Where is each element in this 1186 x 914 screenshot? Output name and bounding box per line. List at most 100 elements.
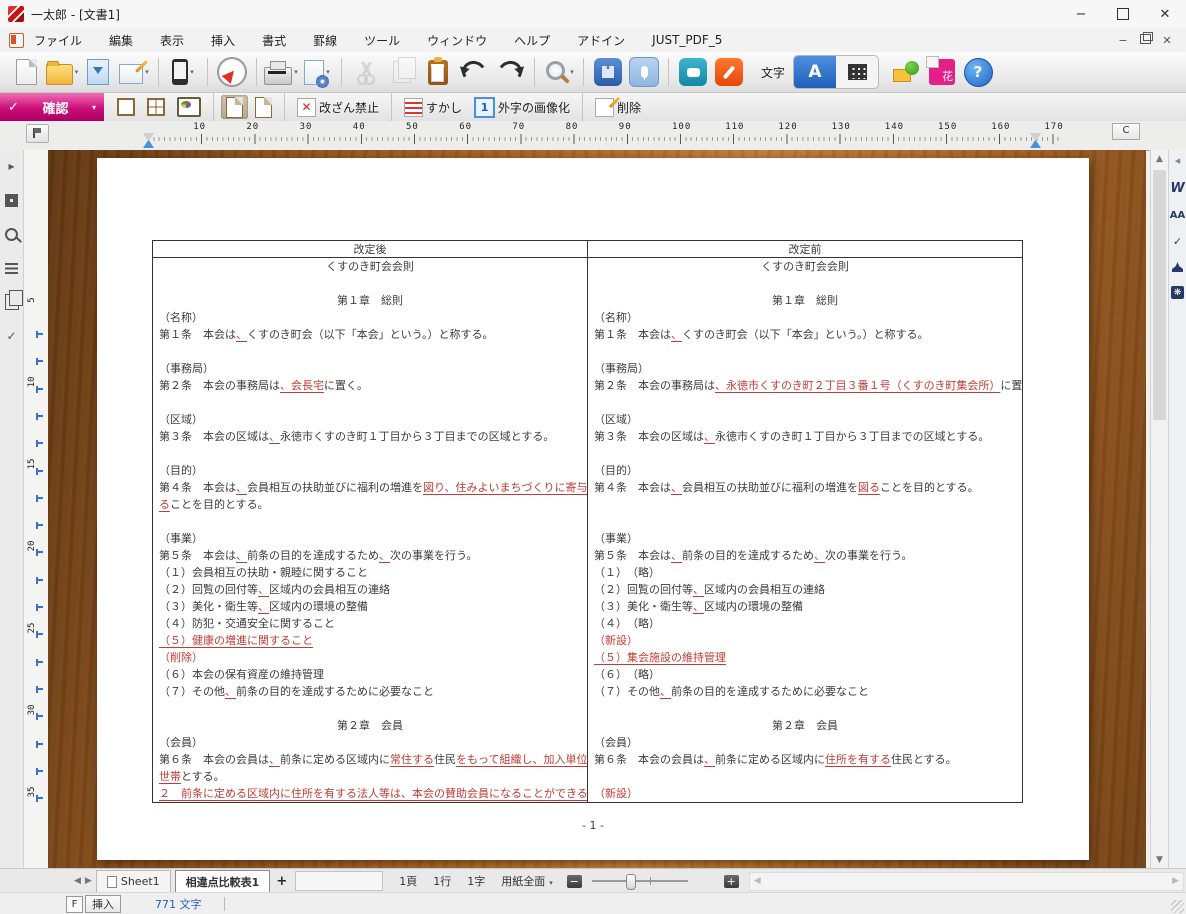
close-button[interactable]: ✕ [1144, 0, 1186, 28]
horizontal-scrollbar[interactable]: ◀ ▶ [749, 872, 1184, 891]
view-mode-dropdown[interactable]: 用紙全面▾ [501, 873, 553, 889]
check-tool-icon[interactable]: ✓ [4, 328, 20, 344]
toolbar-separator [207, 58, 208, 86]
expand-panel-icon[interactable]: ▸ [4, 158, 20, 174]
presentation-view-button[interactable] [172, 95, 206, 119]
save-as-button[interactable]: ▾ [117, 55, 151, 89]
vertical-scrollbar[interactable]: ▲ ▼ [1150, 150, 1168, 868]
marker-button[interactable] [712, 55, 746, 89]
menu-border[interactable]: 罫線 [313, 32, 337, 49]
document-page[interactable]: 改定後改定前くすのき町会会則くすのき町会会則第１章 総則第１章 総則（名称）（名… [97, 158, 1089, 860]
table-cell [588, 496, 1023, 513]
single-page-view-button[interactable] [112, 95, 140, 119]
line-tick-icon [36, 577, 44, 584]
palette-dropdown-icon[interactable]: ▾ [92, 103, 96, 112]
print-button[interactable]: ▾ [264, 55, 298, 89]
grid-mode-button[interactable] [836, 56, 878, 88]
doc-restore-button[interactable] [1134, 34, 1156, 47]
viewer-dropdown-icon[interactable]: ▾ [190, 68, 194, 76]
list-view-icon[interactable] [4, 260, 20, 276]
tamper-protection-button[interactable]: 改ざん禁止 [292, 95, 384, 119]
confirm-palette-button[interactable]: ✓ 確認 ▾ [0, 93, 104, 121]
help-button[interactable]: ? [961, 55, 995, 89]
ruler-c-button[interactable]: C [1112, 123, 1140, 140]
text-mode-button[interactable]: A [794, 56, 836, 88]
menu-window[interactable]: ウィンドウ [427, 32, 487, 49]
menu-edit[interactable]: 編集 [109, 32, 133, 49]
print-settings-button[interactable]: ▾ [300, 55, 334, 89]
save-button[interactable] [81, 55, 115, 89]
viewer-button[interactable]: ▾ [166, 55, 200, 89]
open-dropdown-icon[interactable]: ▾ [75, 68, 79, 76]
horizontal-ruler[interactable]: 1020304050607080901001101201301401501601… [0, 121, 1186, 151]
doc-minimize-button[interactable]: − [1112, 34, 1134, 47]
menu-format[interactable]: 書式 [262, 32, 286, 49]
paste-button[interactable] [421, 55, 455, 89]
zoom-button[interactable]: ▾ [542, 55, 576, 89]
comment-button[interactable] [676, 55, 710, 89]
line-indicator: 1行 [433, 873, 451, 889]
tab-flag-button[interactable] [26, 124, 49, 143]
document-area[interactable]: 改定後改定前くすのき町会会則くすのき町会会則第１章 総則第１章 総則（名称）（名… [48, 150, 1146, 868]
check-sidebar-icon[interactable]: ✓ [1173, 235, 1182, 248]
save-as-dropdown-icon[interactable]: ▾ [145, 68, 149, 76]
zoom-slider-thumb[interactable] [626, 874, 636, 890]
tab-comparison[interactable]: 相違点比較表1 [175, 870, 271, 893]
shape-tool-button[interactable] [889, 55, 923, 89]
scroll-down-icon[interactable]: ▼ [1151, 851, 1168, 868]
zoom-slider[interactable] [592, 874, 688, 888]
zoom-dropdown-icon[interactable]: ▾ [570, 68, 574, 76]
undo-button[interactable] [457, 55, 491, 89]
maximize-button[interactable] [1102, 0, 1144, 28]
add-sheet-button[interactable]: + [276, 874, 287, 889]
toolbar-separator [256, 58, 257, 86]
doc-close-button[interactable]: ✕ [1156, 34, 1178, 47]
tab-scroll-right-icon[interactable]: ▶ [85, 876, 92, 886]
menu-view[interactable]: 表示 [160, 32, 184, 49]
menu-addin[interactable]: アドイン [577, 32, 625, 49]
tile-view-icon[interactable] [4, 192, 20, 208]
scroll-up-icon[interactable]: ▲ [1151, 150, 1168, 167]
line-tick-icon [36, 795, 44, 802]
minimize-button[interactable]: − [1060, 0, 1102, 28]
stamp-icon[interactable] [1172, 262, 1183, 272]
new-document-button[interactable] [9, 55, 43, 89]
menu-tools[interactable]: ツール [364, 32, 400, 49]
delete-button[interactable]: 削除 [590, 95, 646, 119]
word-art-icon[interactable]: W [1170, 181, 1184, 196]
pages-icon[interactable] [4, 294, 20, 310]
collapse-panel-icon[interactable]: ◂ [1175, 154, 1181, 167]
vertical-scroll-thumb[interactable] [1153, 170, 1166, 420]
menu-just-pdf[interactable]: JUST_PDF_5 [652, 33, 722, 47]
menu-file[interactable]: ファイル [34, 32, 82, 49]
menu-help[interactable]: ヘルプ [514, 32, 550, 49]
vertical-ruler[interactable]: 5101520253035 [24, 150, 49, 868]
insert-mode-button[interactable]: 挿入 [85, 895, 121, 913]
zoom-in-button[interactable]: + [724, 875, 739, 888]
menu-insert[interactable]: 挿入 [211, 32, 235, 49]
navigation-button[interactable] [215, 55, 249, 89]
search-icon[interactable] [4, 226, 20, 242]
voice-button[interactable] [627, 55, 661, 89]
gaiji-image-button[interactable]: 1 外字の画像化 [469, 95, 575, 119]
multi-page-view-button[interactable] [142, 95, 170, 119]
zoom-out-button[interactable]: − [567, 875, 582, 888]
resize-grip[interactable] [1171, 900, 1184, 913]
page-plain-button[interactable] [250, 95, 277, 119]
clover-icon[interactable]: ❋ [1171, 286, 1184, 299]
table-cell: 第４条 本会は、会員相互の扶助並びに福利の増進を図り、住みよいまちづくりに寄与す [153, 479, 588, 496]
tab-scroll-left-icon[interactable]: ◀ [74, 876, 81, 886]
print-dropdown-icon[interactable]: ▾ [294, 68, 298, 76]
watermark-button[interactable]: すかし [399, 95, 467, 119]
open-file-button[interactable]: ▾ [45, 55, 79, 89]
hanako-button[interactable] [925, 55, 959, 89]
line-tick-icon [36, 741, 44, 748]
redo-button[interactable] [493, 55, 527, 89]
scroll-right-icon[interactable]: ▶ [1172, 876, 1179, 886]
print-settings-dropdown-icon[interactable]: ▾ [326, 68, 330, 76]
scroll-left-icon[interactable]: ◀ [754, 876, 761, 886]
tab-sheet1[interactable]: Sheet1 [96, 870, 171, 893]
page-layout-button[interactable] [221, 95, 248, 119]
font-size-icon[interactable]: AA [1170, 210, 1185, 221]
internet-button[interactable] [591, 55, 625, 89]
